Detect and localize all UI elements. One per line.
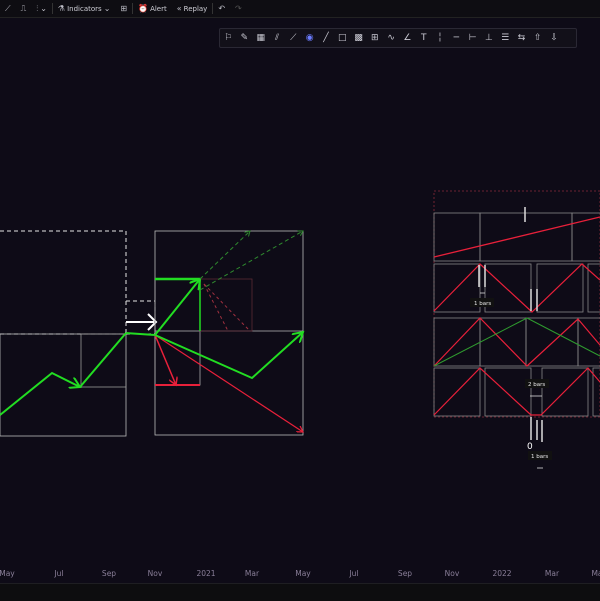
bars-label-3: 1 bars	[531, 454, 548, 460]
grid-icon: ⊞	[120, 4, 128, 13]
green-flat[interactable]	[125, 332, 156, 336]
green-arrow-up[interactable]	[154, 279, 200, 336]
axis-tick: Sep	[397, 569, 413, 578]
axis-tick: Jul	[349, 569, 359, 578]
chart-type-area-button[interactable]: ⎍	[16, 0, 32, 17]
candle-chart-icon: ⫶	[36, 3, 39, 13]
area-chart-icon: ⎍	[20, 3, 27, 13]
axis-tick: 2021	[196, 569, 216, 578]
red-zigzag[interactable]	[433, 263, 600, 313]
alert-label: Alert	[150, 4, 167, 13]
templates-button[interactable]: ⊞	[115, 0, 132, 17]
red-dashed-line[interactable]	[203, 283, 229, 332]
green-dashed-arrow[interactable]	[199, 231, 303, 291]
box-left[interactable]	[0, 333, 127, 437]
undo-button[interactable]: ↶	[213, 0, 230, 17]
red-arrow-long[interactable]	[154, 334, 303, 432]
axis-tick: Nov	[444, 569, 460, 578]
top-toolbar: ⟋ ⎍ ⫶ ⌄ ⚗ Indicators ⌄ ⊞ ⏰ Alert «Replay ↶ ↷	[0, 0, 600, 18]
replay-button[interactable]: «Replay	[172, 0, 213, 17]
time-axis[interactable]: May Jul Sep Nov 2021 Mar May Jul Sep Nov…	[0, 565, 600, 583]
axis-tick: Nov	[147, 569, 163, 578]
indicators-button[interactable]: ⚗ Indicators ⌄	[53, 0, 115, 17]
axis-tick: May	[295, 569, 311, 578]
red-dashed-line[interactable]	[203, 283, 251, 332]
dashed-rectangle[interactable]	[0, 230, 156, 335]
red-zigzag[interactable]	[433, 367, 600, 416]
alert-clock-icon: ⏰	[138, 4, 149, 13]
axis-tick: Mar	[244, 569, 260, 578]
axis-tick: Sep	[101, 569, 117, 578]
chart-type-line-button[interactable]: ⟋	[0, 0, 16, 17]
axis-tick: May	[0, 569, 15, 578]
indicators-icon: ⚗	[57, 4, 66, 13]
dashed-selection[interactable]	[433, 190, 600, 418]
green-dashed-arrow[interactable]	[199, 231, 250, 280]
indicators-label: Indicators	[67, 4, 102, 13]
axis-tick: Jul	[54, 569, 64, 578]
red-zigzag[interactable]	[433, 317, 600, 367]
bars-label-1: 1 bars	[474, 301, 491, 307]
chevron-down-icon: ⌄	[103, 4, 111, 13]
replay-icon: «	[176, 4, 182, 13]
box-middle-inner[interactable]	[154, 278, 201, 386]
green-line-up[interactable]	[79, 332, 127, 388]
axis-tick: Mar	[544, 569, 560, 578]
axis-tick: 2022	[492, 569, 512, 578]
bar-markers[interactable]	[478, 207, 543, 442]
chart-canvas[interactable]: 1 bars 2 bars 0 1 bars	[0, 18, 600, 565]
green-path-right[interactable]	[154, 332, 303, 380]
red-dim-box[interactable]	[199, 278, 253, 332]
white-arrow[interactable]	[126, 313, 158, 331]
box-middle[interactable]	[154, 230, 304, 436]
redo-button[interactable]: ↷	[230, 0, 247, 17]
red-trend-line[interactable]	[433, 216, 600, 258]
replay-label: Replay	[183, 4, 208, 13]
chart-type-candle-button[interactable]: ⫶ ⌄	[31, 0, 52, 17]
chevron-down-icon: ⌄	[40, 4, 47, 13]
undo-icon: ↶	[218, 4, 226, 13]
axis-tick: Ma	[591, 569, 600, 578]
redo-icon: ↷	[235, 4, 242, 13]
bottom-panel	[0, 583, 600, 601]
zero-label: 0	[527, 442, 533, 452]
line-chart-icon: ⟋	[5, 3, 11, 13]
green-zigzag[interactable]	[433, 317, 600, 367]
pattern-boxes[interactable]	[433, 212, 600, 417]
bars-label-2: 2 bars	[528, 382, 545, 388]
alert-button[interactable]: ⏰ Alert	[133, 0, 172, 17]
green-path-left[interactable]	[0, 371, 80, 416]
